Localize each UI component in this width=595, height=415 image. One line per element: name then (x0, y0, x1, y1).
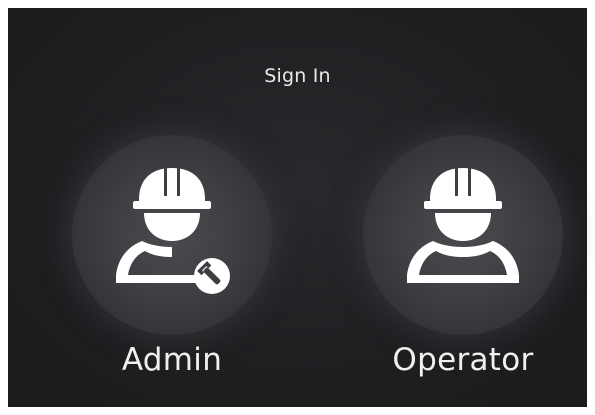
dialog-title: Sign In (264, 65, 331, 87)
admin-role-button[interactable]: Admin (63, 130, 283, 400)
admin-avatar[interactable] (72, 135, 272, 335)
admin-worker-wrench-icon (116, 168, 230, 294)
operator-avatar[interactable] (363, 135, 563, 335)
operator-role-button[interactable]: Operator (354, 130, 574, 400)
sign-in-dialog: Sign In Admin Operator (8, 8, 587, 407)
operator-label[interactable]: Operator (354, 342, 572, 378)
operator-worker-icon (407, 168, 519, 283)
admin-label[interactable]: Admin (63, 342, 281, 378)
